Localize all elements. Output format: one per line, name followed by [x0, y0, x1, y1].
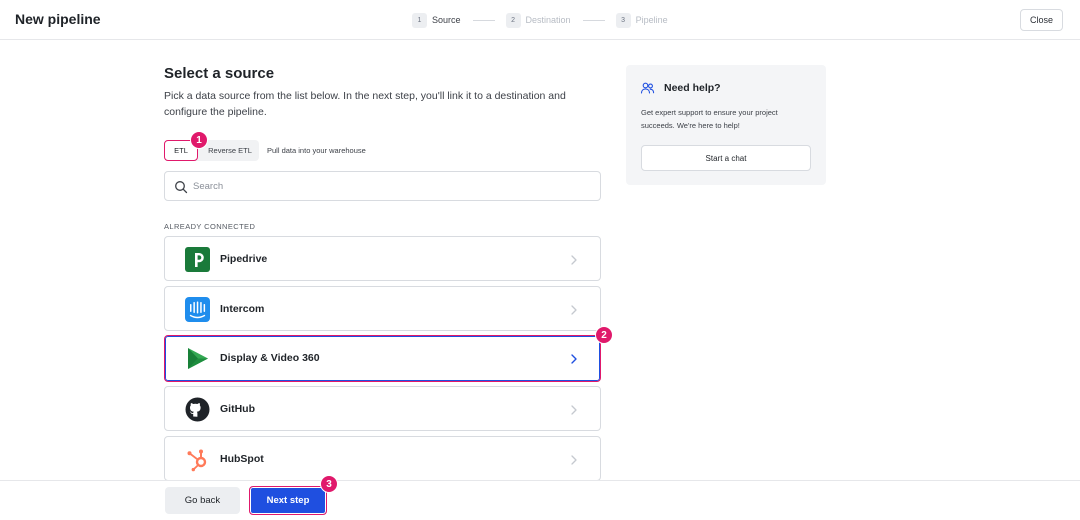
- step-pipeline: 3 Pipeline: [615, 12, 668, 28]
- help-title: Need help?: [664, 82, 721, 94]
- source-name: Intercom: [220, 303, 265, 315]
- next-step-button[interactable]: Next step: [249, 486, 327, 515]
- search-icon: [175, 181, 188, 194]
- chevron-right-icon: [571, 354, 577, 364]
- intercom-logo-icon: [185, 297, 210, 322]
- chevron-right-icon: [571, 455, 577, 465]
- annotation-badge-3: 3: [320, 475, 338, 493]
- source-item-hubspot[interactable]: HubSpot: [164, 436, 601, 481]
- step-label: Pipeline: [635, 15, 668, 25]
- close-button[interactable]: Close: [1020, 9, 1063, 31]
- annotation-badge-2: 2: [595, 326, 613, 344]
- section-heading: Select a source: [164, 65, 275, 82]
- source-type-tabs: ETL Reverse ETL: [164, 140, 259, 161]
- search-input[interactable]: [193, 177, 593, 195]
- chevron-right-icon: [571, 405, 577, 415]
- people-icon: [640, 82, 655, 94]
- hubspot-logo-icon: [187, 449, 207, 472]
- source-item-display-video-360[interactable]: Display & Video 360: [164, 335, 601, 382]
- step-label: Source: [432, 15, 461, 25]
- step-number: 2: [505, 12, 521, 28]
- search-box: [164, 171, 601, 201]
- tab-hint: Pull data into your warehouse: [267, 146, 366, 155]
- display-video-360-logo-icon: [188, 348, 208, 369]
- source-item-github[interactable]: GitHub: [164, 386, 601, 431]
- step-destination: 2 Destination: [505, 12, 571, 28]
- step-progress: 1 Source 2 Destination 3 Pipeline: [412, 12, 668, 28]
- tab-reverse-etl[interactable]: Reverse ETL: [202, 140, 258, 161]
- already-connected-label: ALREADY CONNECTED: [164, 222, 256, 231]
- step-label: Destination: [525, 15, 571, 25]
- annotation-badge-1: 1: [190, 131, 208, 149]
- github-logo-icon: [185, 397, 210, 422]
- top-bar: New pipeline 1 Source 2 Destination 3 Pi…: [0, 0, 1080, 40]
- source-item-intercom[interactable]: Intercom: [164, 286, 601, 331]
- section-description: Pick a data source from the list below. …: [164, 90, 566, 118]
- source-item-pipedrive[interactable]: Pipedrive: [164, 236, 601, 281]
- source-name: Display & Video 360: [220, 352, 320, 364]
- go-back-button[interactable]: Go back: [165, 487, 240, 514]
- source-name: GitHub: [220, 403, 255, 415]
- chevron-right-icon: [571, 255, 577, 265]
- step-connector: [472, 19, 495, 21]
- footer-bar: [0, 480, 1080, 520]
- help-text: Get expert support to ensure your projec…: [641, 108, 778, 130]
- step-connector: [582, 19, 605, 21]
- source-name: Pipedrive: [220, 253, 268, 265]
- start-chat-button[interactable]: Start a chat: [641, 145, 811, 171]
- chevron-right-icon: [571, 305, 577, 315]
- step-source: 1 Source: [412, 12, 461, 28]
- source-name: HubSpot: [220, 453, 264, 465]
- page-title: New pipeline: [15, 11, 101, 27]
- step-number: 3: [615, 12, 631, 28]
- pipedrive-logo-icon: [185, 247, 210, 272]
- step-number: 1: [412, 12, 427, 28]
